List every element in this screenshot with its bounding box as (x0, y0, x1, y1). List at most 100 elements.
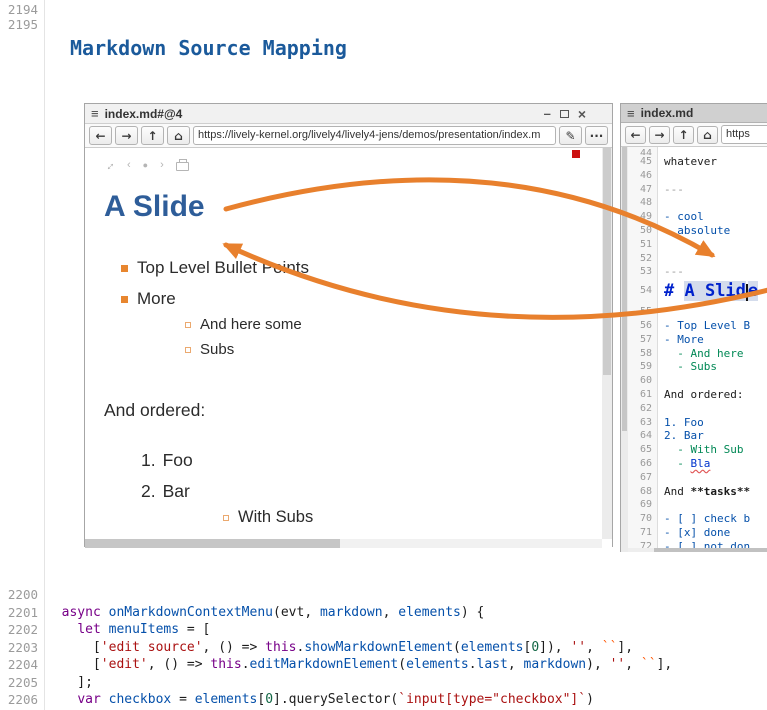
source-line: 642. Bar (628, 429, 767, 443)
edit-button[interactable]: ✎ (559, 126, 582, 145)
scrollbar-thumb[interactable] (603, 148, 611, 375)
code-line: ['edit', () => this.editMarkdownElement(… (46, 656, 767, 674)
paragraph: And ordered: (104, 400, 205, 421)
line-number: 54 (628, 279, 658, 305)
ordered-list-item: 1. Foo (141, 450, 193, 471)
rendered-slide-area[interactable]: ↔ ‹ ● › A Slide Top Level Bullet Points … (85, 148, 612, 548)
presentation-toolbar: ↔ ‹ ● › (103, 158, 189, 172)
forward-button[interactable]: → (649, 126, 670, 144)
window-title: index.md (641, 106, 694, 120)
list-item-label: With Subs (238, 508, 313, 527)
list-item-label: Bar (163, 481, 190, 502)
line-number: 58 (628, 347, 658, 361)
up-button[interactable]: ↑ (141, 126, 164, 145)
minimize-icon[interactable]: – (544, 110, 551, 118)
back-button[interactable]: ← (625, 126, 646, 144)
code-line: let menuItems = [ (46, 621, 767, 639)
line-number: 2204 (0, 656, 38, 674)
window-titlebar[interactable]: ≡ index.md (621, 104, 767, 123)
line-number: 65 (628, 443, 658, 457)
line-number: 70 (628, 512, 658, 526)
embedded-screenshot: ≡ index.md#@4 – × ← → ↑ ⌂ https://lively… (84, 103, 767, 552)
source-line: 70- [ ] check b (628, 512, 767, 526)
outer-line-number-gutter: 2194 2195 2200220122022203220422052206 (0, 0, 45, 710)
line-number: 2206 (0, 691, 38, 709)
line-number: 60 (628, 374, 658, 388)
line-number: 66 (628, 457, 658, 471)
line-number: 55 (628, 305, 658, 319)
line-number: 2201 (0, 604, 38, 622)
window-title: index.md#@4 (105, 107, 183, 121)
lively-editor-page: 2194 2195 2200220122022203220422052206 M… (0, 0, 767, 710)
source-line: 55 (628, 305, 767, 319)
slide-dot-icon[interactable]: ● (143, 160, 148, 170)
code-line (46, 586, 767, 604)
source-line: 61And ordered: (628, 388, 767, 402)
code-line: ]; (46, 674, 767, 692)
line-number: 2203 (0, 639, 38, 657)
fullscreen-icon[interactable]: ↔ (100, 156, 118, 174)
source-line: 52 (628, 252, 767, 266)
close-icon[interactable]: × (578, 106, 586, 122)
line-number: 49 (628, 210, 658, 224)
scrollbar-thumb[interactable] (85, 539, 340, 548)
print-icon[interactable] (176, 162, 189, 171)
home-button[interactable]: ⌂ (167, 126, 190, 145)
paragraph-text: And ordered: (104, 400, 205, 421)
unsaved-indicator (572, 150, 580, 158)
list-item-label: Top Level Bullet Points (137, 258, 309, 278)
outer-code-editor[interactable]: async onMarkdownContextMenu(evt, markdow… (46, 586, 767, 709)
horizontal-scrollbar[interactable] (85, 539, 602, 548)
list-item-label: Foo (163, 450, 193, 471)
scrollbar-thumb[interactable] (654, 548, 767, 552)
next-slide-icon[interactable]: › (160, 159, 164, 171)
bullet-outline-square-icon (185, 322, 191, 328)
line-number: 48 (628, 196, 658, 210)
home-button[interactable]: ⌂ (697, 126, 718, 144)
list-item-label: More (137, 289, 176, 309)
vertical-scrollbar[interactable] (621, 147, 628, 552)
prev-slide-icon[interactable]: ‹ (127, 159, 131, 171)
up-button[interactable]: ↑ (673, 126, 694, 144)
line-number: 71 (628, 526, 658, 540)
line-number: 2195 (0, 17, 38, 32)
line-number: 2205 (0, 674, 38, 692)
horizontal-scrollbar[interactable] (628, 548, 767, 552)
line-number: 53 (628, 265, 658, 279)
scrollbar-thumb[interactable] (622, 147, 627, 431)
source-line: 49- cool (628, 210, 767, 224)
browser-window-rendered: ≡ index.md#@4 – × ← → ↑ ⌂ https://lively… (84, 103, 613, 547)
source-line: 66 - Bla (628, 457, 767, 471)
source-line: 58 - And here (628, 347, 767, 361)
line-number: 51 (628, 238, 658, 252)
url-input[interactable]: https://lively-kernel.org/lively4/lively… (193, 126, 556, 145)
code-line: ['edit source', () => this.showMarkdownE… (46, 639, 767, 657)
url-input[interactable]: https (721, 125, 767, 144)
forward-button[interactable]: → (115, 126, 138, 145)
line-number: 62 (628, 402, 658, 416)
line-number: 57 (628, 333, 658, 347)
line-number: 44 (628, 147, 658, 155)
list-item: Subs (185, 341, 234, 358)
list-item: And here some (185, 316, 302, 333)
source-line: 53--- (628, 265, 767, 279)
menu-icon[interactable]: ≡ (91, 106, 99, 121)
source-line: 45whatever (628, 155, 767, 169)
back-button[interactable]: ← (89, 126, 112, 145)
line-number: 2200 (0, 586, 38, 604)
source-line: 67 (628, 471, 767, 485)
vertical-scrollbar[interactable] (602, 148, 612, 539)
line-number: 59 (628, 360, 658, 374)
bullet-square-icon (121, 265, 128, 272)
list-item: With Subs (223, 508, 313, 527)
source-lines: 4445whatever4647---4849- cool50 absolute… (628, 147, 767, 552)
source-line: 59 - Subs (628, 360, 767, 374)
source-editor-area[interactable]: 4445whatever4647---4849- cool50 absolute… (621, 147, 767, 552)
menu-icon[interactable]: ≡ (627, 106, 635, 121)
window-titlebar[interactable]: ≡ index.md#@4 – × (85, 104, 612, 124)
source-line: 46 (628, 169, 767, 183)
maximize-icon[interactable] (560, 110, 569, 118)
bullet-outline-square-icon (223, 515, 229, 521)
source-line: 54# A Slide (628, 279, 767, 305)
more-button[interactable]: ··· (585, 126, 608, 145)
